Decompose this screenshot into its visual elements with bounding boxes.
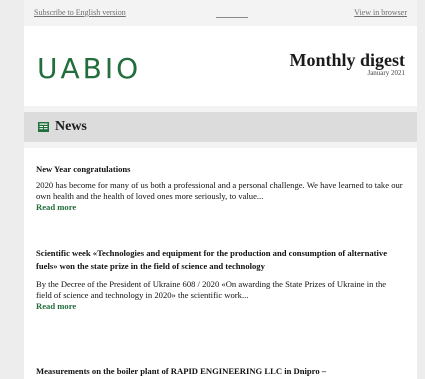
news-section-header: News <box>24 112 417 142</box>
news-item: New Year congratulations 2020 has become… <box>36 163 403 213</box>
news-item-body: By the Decree of the President of Ukrain… <box>36 279 387 300</box>
news-item-title: Scientific week «Technologies and equipm… <box>36 248 388 271</box>
news-item-title: New Year congratulations <box>36 164 131 174</box>
read-more-link[interactable]: Read more <box>36 202 403 213</box>
digest-title: Monthly digest <box>289 50 405 70</box>
section-title: News <box>55 119 87 134</box>
view-in-browser-link[interactable]: View in browser <box>354 8 407 17</box>
news-item: Measurements on the boiler plant of RAPI… <box>36 365 403 378</box>
digest-date: January 2021 <box>367 69 405 77</box>
uabio-logo[interactable]: UABIO <box>37 52 141 85</box>
news-item-title: Measurements on the boiler plant of RAPI… <box>36 366 327 376</box>
top-links-bar: Subscribe to English version View in bro… <box>34 8 407 22</box>
read-more-link[interactable]: Read more <box>36 301 403 312</box>
newspaper-icon <box>38 122 49 132</box>
subscribe-english-link[interactable]: Subscribe to English version <box>34 8 126 17</box>
email-frame: Subscribe to English version View in bro… <box>24 0 417 379</box>
news-item: Scientific week «Technologies and equipm… <box>36 247 403 312</box>
news-list: New Year congratulations 2020 has become… <box>24 148 417 379</box>
top-divider <box>216 17 248 18</box>
news-item-body: 2020 has become for many of us both a pr… <box>36 180 403 201</box>
digest-header: UABIO Monthly digest January 2021 <box>24 26 417 106</box>
